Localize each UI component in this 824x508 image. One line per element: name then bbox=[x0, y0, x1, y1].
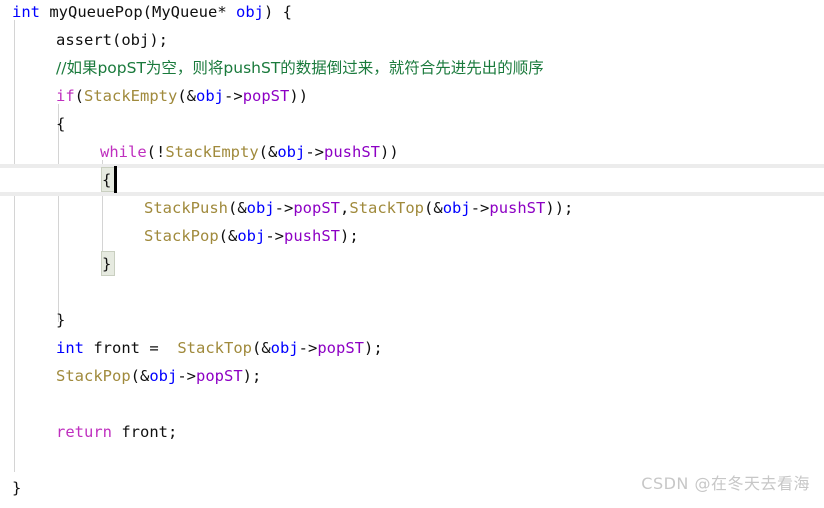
code-line[interactable]: StackPop(&obj->pushST); bbox=[144, 222, 359, 250]
token-var-obj: obj bbox=[246, 199, 275, 217]
token-brace-open: { bbox=[56, 115, 66, 133]
token-param-obj: obj bbox=[236, 3, 265, 21]
token-member-pushst: pushST bbox=[489, 199, 546, 217]
code-line[interactable]: { bbox=[56, 110, 65, 138]
token-keyword-int: int bbox=[56, 339, 84, 357]
code-line[interactable]: { bbox=[102, 166, 111, 194]
token-var-obj: obj bbox=[442, 199, 471, 217]
token-brace-close: } bbox=[12, 479, 22, 497]
token-var-obj: obj bbox=[277, 143, 306, 161]
token-call-stackempty: StackEmpty bbox=[165, 143, 259, 161]
code-line[interactable]: return front; bbox=[56, 418, 177, 446]
token-call-stackpop: StackPop bbox=[56, 367, 131, 385]
code-editor-viewport[interactable]: int myQueuePop(MyQueue* obj) { assert(ob… bbox=[0, 0, 824, 508]
code-line[interactable]: } bbox=[102, 250, 111, 278]
token-call-assert: assert bbox=[56, 31, 112, 49]
token-var-obj: obj bbox=[196, 87, 225, 105]
token-brace-close: } bbox=[102, 255, 112, 273]
code-line[interactable]: } bbox=[56, 306, 65, 334]
token-brace-close: } bbox=[56, 311, 66, 329]
code-text-layer[interactable]: int myQueuePop(MyQueue* obj) { assert(ob… bbox=[0, 0, 824, 508]
token-call-stacktop: StackTop bbox=[349, 199, 425, 217]
token-arg-obj: obj bbox=[121, 31, 150, 49]
token-call-stackempty: StackEmpty bbox=[84, 87, 178, 105]
token-var-obj: obj bbox=[149, 367, 178, 385]
token-keyword-int: int bbox=[12, 3, 40, 21]
code-line[interactable]: if(StackEmpty(&obj->popST)) bbox=[56, 82, 308, 110]
code-line[interactable]: int myQueuePop(MyQueue* obj) { bbox=[12, 0, 292, 26]
code-line[interactable]: } bbox=[12, 474, 21, 502]
token-member-popst: popST bbox=[317, 339, 364, 357]
token-var-obj: obj bbox=[237, 227, 266, 245]
code-line[interactable]: StackPop(&obj->popST); bbox=[56, 362, 261, 390]
token-member-popst: popST bbox=[293, 199, 341, 217]
token-return-value: front; bbox=[112, 423, 178, 441]
csdn-watermark: CSDN @在冬天去看海 bbox=[641, 474, 810, 493]
token-brace-open: { bbox=[102, 171, 112, 189]
token-member-popst: popST bbox=[196, 367, 243, 385]
token-member-pushst: pushST bbox=[284, 227, 340, 245]
token-comment: //如果popST为空，则将pushST的数据倒过来，就符合先进先出的顺序 bbox=[56, 59, 544, 77]
token-var-obj: obj bbox=[270, 339, 299, 357]
token-type-myqueue: MyQueue bbox=[152, 3, 218, 21]
token-member-popst: popST bbox=[242, 87, 290, 105]
code-line[interactable]: StackPush(&obj->popST,StackTop(&obj->pus… bbox=[144, 194, 573, 222]
token-keyword-while: while bbox=[100, 143, 147, 161]
token-keyword-return: return bbox=[56, 423, 112, 441]
code-line[interactable]: while(!StackEmpty(&obj->pushST)) bbox=[100, 138, 399, 166]
token-call-stacktop: StackTop bbox=[177, 339, 252, 357]
token-call-stackpop: StackPop bbox=[144, 227, 219, 245]
token-call-stackpush: StackPush bbox=[144, 199, 228, 217]
token-member-pushst: pushST bbox=[324, 143, 381, 161]
token-keyword-if: if bbox=[56, 87, 75, 105]
code-line[interactable]: assert(obj); bbox=[56, 26, 168, 54]
token-decl-front: front = bbox=[84, 339, 178, 357]
code-line[interactable]: int front = StackTop(&obj->popST); bbox=[56, 334, 383, 362]
code-line-comment[interactable]: //如果popST为空，则将pushST的数据倒过来，就符合先进先出的顺序 bbox=[56, 54, 544, 82]
token-function-name: myQueuePop bbox=[49, 3, 143, 21]
